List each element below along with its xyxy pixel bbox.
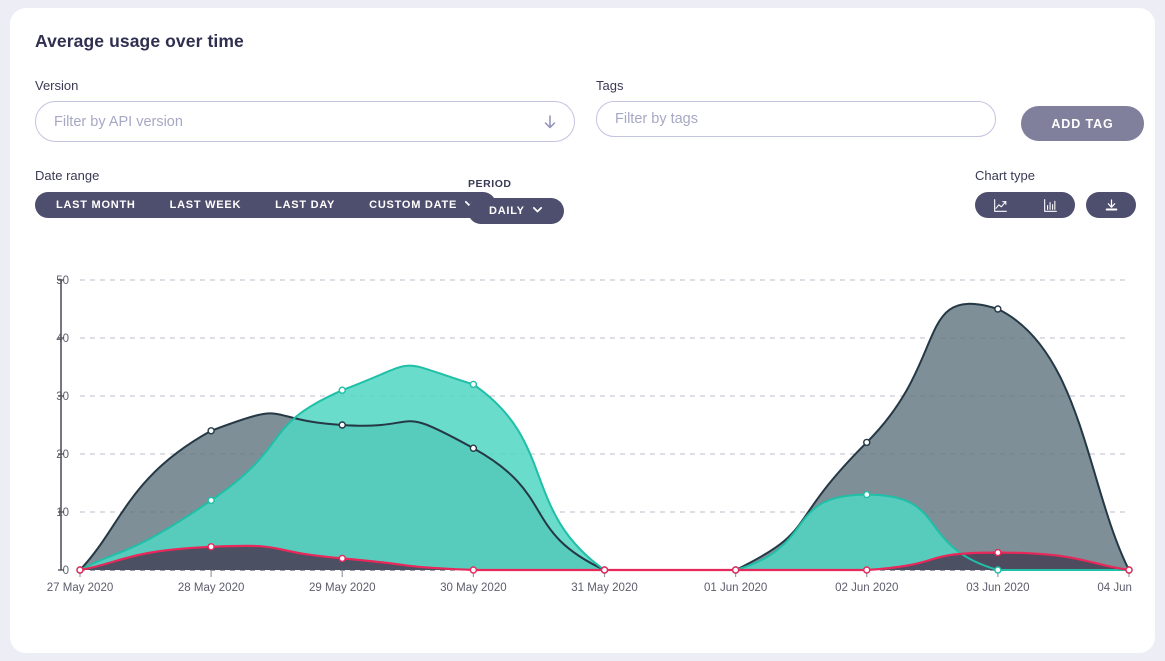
data-point[interactable] <box>995 550 1001 556</box>
data-point[interactable] <box>995 306 1001 312</box>
data-point[interactable] <box>864 439 870 445</box>
tags-input[interactable]: Filter by tags <box>596 101 996 137</box>
x-tick-label: 28 May 2020 <box>178 582 245 594</box>
x-tick-label: 04 Jun 2020 <box>1097 582 1135 594</box>
period-pill-group: DAILY <box>468 198 564 224</box>
x-tick-label: 30 May 2020 <box>440 582 507 594</box>
tags-placeholder: Filter by tags <box>615 111 698 127</box>
date-range-option-last-day[interactable]: LAST DAY <box>258 192 352 218</box>
chevron-down-icon <box>525 204 543 218</box>
chart-type-label: Chart type <box>975 168 1136 183</box>
data-point[interactable] <box>339 555 345 561</box>
x-tick-label: 03 Jun 2020 <box>966 582 1029 594</box>
usage-card: Average usage over time Version Filter b… <box>10 8 1155 653</box>
version-label: Version <box>35 78 575 93</box>
date-range-group: Date range LAST MONTH LAST WEEK LAST DAY… <box>35 168 496 218</box>
chart-type-group: Chart type <box>975 168 1136 218</box>
data-point[interactable] <box>470 381 476 387</box>
date-range-pill-group: LAST MONTH LAST WEEK LAST DAY CUSTOM DAT… <box>35 192 496 218</box>
data-point[interactable] <box>864 492 870 498</box>
version-filter-group: Version Filter by API version <box>35 78 575 142</box>
chart-canvas: 0 10 20 30 40 50 27 May 2020 28 May 2020 29 May … <box>35 258 1135 608</box>
x-tick-label: 31 May 2020 <box>571 582 638 594</box>
data-point[interactable] <box>470 567 476 573</box>
y-tick-label: 20 <box>56 449 69 461</box>
period-label: PERIOD <box>468 178 564 190</box>
data-point[interactable] <box>208 544 214 550</box>
data-point[interactable] <box>1126 567 1132 573</box>
page-title: Average usage over time <box>35 31 244 52</box>
data-point[interactable] <box>995 567 1001 573</box>
data-point[interactable] <box>208 497 214 503</box>
y-tick-label: 40 <box>56 333 69 345</box>
data-point[interactable] <box>864 567 870 573</box>
tags-label: Tags <box>596 78 996 93</box>
x-tick-label: 01 Jun 2020 <box>704 582 767 594</box>
data-point[interactable] <box>470 445 476 451</box>
y-tick-label: 10 <box>56 507 69 519</box>
chart-type-pill <box>975 192 1075 218</box>
tags-filter-group: Tags Filter by tags <box>596 78 996 137</box>
version-select[interactable]: Filter by API version <box>35 101 575 142</box>
x-tick-label: 27 May 2020 <box>47 582 114 594</box>
date-range-option-last-month[interactable]: LAST MONTH <box>39 192 153 218</box>
data-point[interactable] <box>339 422 345 428</box>
version-placeholder: Filter by API version <box>54 114 183 130</box>
data-point[interactable] <box>77 567 83 573</box>
arrow-down-icon <box>542 114 558 130</box>
chart-type-buttons <box>975 192 1136 218</box>
x-tick-label: 29 May 2020 <box>309 582 376 594</box>
period-group: PERIOD DAILY <box>468 178 564 224</box>
period-select[interactable]: DAILY <box>472 198 560 224</box>
download-icon[interactable] <box>1086 192 1136 218</box>
x-tick-label: 02 Jun 2020 <box>835 582 898 594</box>
y-tick-label: 0 <box>63 565 69 577</box>
date-range-label: Date range <box>35 168 496 183</box>
y-tick-label: 50 <box>56 275 69 287</box>
data-point[interactable] <box>733 567 739 573</box>
data-point[interactable] <box>339 387 345 393</box>
y-tick-label: 30 <box>56 391 69 403</box>
add-tag-button[interactable]: ADD TAG <box>1021 106 1144 141</box>
date-range-option-last-week[interactable]: LAST WEEK <box>153 192 259 218</box>
usage-chart: 0 10 20 30 40 50 27 May 2020 28 May 2020 29 May … <box>35 258 1135 608</box>
data-point[interactable] <box>602 567 608 573</box>
line-chart-icon[interactable] <box>975 192 1025 218</box>
bar-chart-icon[interactable] <box>1025 192 1075 218</box>
data-point[interactable] <box>208 428 214 434</box>
